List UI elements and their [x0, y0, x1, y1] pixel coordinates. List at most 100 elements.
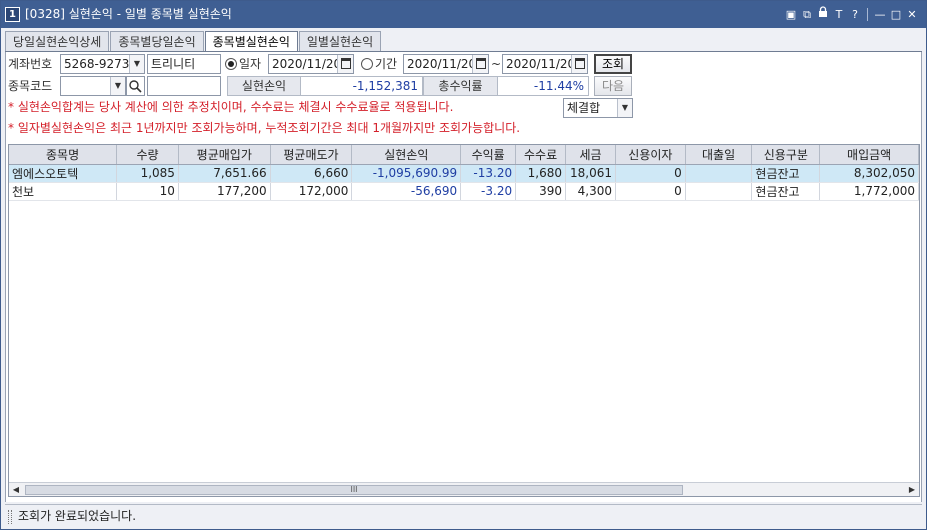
- table-row[interactable]: 엠에스오토텍 1,085 7,651.66 6,660 -1,095,690.9…: [9, 164, 919, 183]
- table-cell: [685, 182, 753, 201]
- chevron-down-icon[interactable]: ▼: [129, 55, 144, 73]
- date-value: 2020/11/20: [272, 57, 342, 71]
- stock-search-button[interactable]: [126, 76, 145, 96]
- table-cell: 엠에스오토텍: [9, 164, 118, 183]
- table-cell: [685, 164, 753, 183]
- realized-pl-label: 실현손익: [227, 76, 301, 96]
- account-name-field: 트리니티: [147, 54, 221, 74]
- total-return-value: -11.44%: [497, 76, 589, 96]
- column-header[interactable]: 평균매입가: [178, 145, 271, 165]
- table-cell: 1,772,000: [819, 182, 919, 201]
- main-window: 1 [0328] 실현손익 - 일별 종목별 실현손익 ▣ ⧉ T ? — □ …: [0, 0, 927, 530]
- table-cell: 18,061: [565, 164, 616, 183]
- account-number-value: 5268-9273: [64, 57, 130, 71]
- table-header-row: 종목명 수량 평균매입가 평균매도가 실현손익 수익률 수수료 세금 신용이자 …: [9, 145, 919, 165]
- total-return-label: 총수익률: [423, 76, 498, 96]
- query-button[interactable]: 조회: [594, 54, 632, 74]
- period-separator: ~: [491, 57, 502, 71]
- status-bar: 조회가 완료되었습니다.: [5, 504, 922, 527]
- table-cell: 8,302,050: [819, 164, 919, 183]
- period-to-field[interactable]: 2020/11/20: [502, 54, 588, 74]
- column-header[interactable]: 매입금액: [819, 145, 919, 165]
- column-header[interactable]: 수익률: [460, 145, 517, 165]
- table-cell: 390: [515, 182, 567, 201]
- table-cell: 현금잔고: [751, 164, 821, 183]
- stock-name-field[interactable]: [147, 76, 221, 96]
- window-number-badge[interactable]: 1: [5, 7, 20, 22]
- column-header[interactable]: 신용구분: [751, 145, 821, 165]
- stock-code-label: 종목코드: [8, 79, 53, 93]
- tab-daily-realized-detail[interactable]: 당일실현손익상세: [5, 31, 110, 52]
- date-field[interactable]: 2020/11/20: [268, 54, 354, 74]
- table-row[interactable]: 천보 10 177,200 172,000 -56,690 -3.20 390 …: [9, 182, 919, 201]
- column-header[interactable]: 실현손익: [351, 145, 462, 165]
- chevron-down-icon[interactable]: ▼: [110, 77, 125, 95]
- note-line-2: * 일자별실현손익은 최근 1년까지만 조회가능하며, 누적조회기간은 최대 1…: [8, 121, 521, 135]
- calendar-icon[interactable]: [337, 55, 353, 73]
- table-cell: 6,660: [270, 164, 353, 183]
- period-from-value: 2020/11/20: [407, 57, 477, 71]
- column-header[interactable]: 신용이자: [615, 145, 686, 165]
- minimize-icon[interactable]: —: [872, 6, 888, 23]
- maximize-icon[interactable]: □: [888, 6, 904, 23]
- table-cell: 1,680: [515, 164, 567, 183]
- tab-bar: 당일실현손익상세 종목별당일손익 종목별실현손익 일별실현손익: [5, 31, 382, 53]
- scroll-right-icon[interactable]: ▶: [905, 483, 919, 496]
- realized-pl-table[interactable]: 종목명 수량 평균매입가 평균매도가 실현손익 수익률 수수료 세금 신용이자 …: [8, 144, 920, 497]
- radio-period[interactable]: [361, 58, 373, 70]
- table-cell: 10: [116, 182, 179, 201]
- next-button[interactable]: 다음: [594, 76, 632, 96]
- table-cell: 4,300: [565, 182, 616, 201]
- column-header[interactable]: 수량: [116, 145, 179, 165]
- column-header[interactable]: 세금: [565, 145, 616, 165]
- table-cell: 0: [615, 182, 686, 201]
- font-size-icon[interactable]: T: [831, 6, 847, 23]
- realized-pl-value: -1,152,381: [300, 76, 423, 96]
- table-cell: -1,095,690.99: [351, 164, 462, 183]
- table-cell: -13.20: [460, 164, 517, 183]
- table-cell: 7,651.66: [178, 164, 271, 183]
- table-cell: 현금잔고: [751, 182, 821, 201]
- period-to-value: 2020/11/20: [506, 57, 576, 71]
- stock-code-combo[interactable]: ▼: [60, 76, 126, 96]
- tab-stock-realized-pl[interactable]: 종목별실현손익: [204, 31, 298, 53]
- window-title: [0328] 실현손익 - 일별 종목별 실현손익: [25, 7, 232, 21]
- column-header[interactable]: 평균매도가: [270, 145, 353, 165]
- grip-icon: [8, 510, 12, 524]
- tab-stock-daily-pl[interactable]: 종목별당일손익: [110, 31, 204, 52]
- table-cell: 172,000: [270, 182, 353, 201]
- settle-type-select[interactable]: 체결합 ▼: [563, 98, 633, 118]
- account-label: 계좌번호: [8, 57, 53, 71]
- table-cell: 0: [615, 164, 686, 183]
- horizontal-scrollbar[interactable]: ◀ III ▶: [9, 482, 919, 496]
- column-header[interactable]: 수수료: [515, 145, 567, 165]
- table-cell: 1,085: [116, 164, 179, 183]
- note-line-1: * 실현손익합계는 당사 계산에 의한 추정치이며, 수수료는 체결시 수수료율…: [8, 100, 454, 114]
- lock-icon[interactable]: [815, 6, 831, 23]
- table-cell: -3.20: [460, 182, 517, 201]
- copy-window-icon[interactable]: ⧉: [799, 6, 815, 23]
- scroll-thumb[interactable]: III: [25, 485, 683, 495]
- restore-layout-icon[interactable]: ▣: [783, 6, 799, 23]
- calendar-icon[interactable]: [472, 55, 488, 73]
- settle-type-value: 체결합: [567, 101, 601, 115]
- table-cell: -56,690: [351, 182, 462, 201]
- account-number-combo[interactable]: 5268-9273 ▼: [60, 54, 145, 74]
- table-cell: 177,200: [178, 182, 271, 201]
- close-icon[interactable]: ✕: [904, 6, 920, 23]
- title-separator: [867, 8, 868, 21]
- radio-period-label[interactable]: 기간: [375, 54, 397, 74]
- column-header[interactable]: 대출일: [685, 145, 753, 165]
- period-from-field[interactable]: 2020/11/20: [403, 54, 489, 74]
- chevron-down-icon[interactable]: ▼: [617, 99, 632, 117]
- tab-daily-realized-pl[interactable]: 일별실현손익: [298, 31, 382, 52]
- calendar-icon[interactable]: [571, 55, 587, 73]
- status-message: 조회가 완료되었습니다.: [18, 509, 137, 523]
- column-header[interactable]: 종목명: [9, 145, 118, 165]
- search-icon: [129, 80, 142, 93]
- radio-date-label[interactable]: 일자: [239, 54, 261, 74]
- title-bar[interactable]: 1 [0328] 실현손익 - 일별 종목별 실현손익 ▣ ⧉ T ? — □ …: [1, 1, 926, 28]
- scroll-left-icon[interactable]: ◀: [9, 483, 23, 496]
- radio-date[interactable]: [225, 58, 237, 70]
- help-icon[interactable]: ?: [847, 6, 863, 23]
